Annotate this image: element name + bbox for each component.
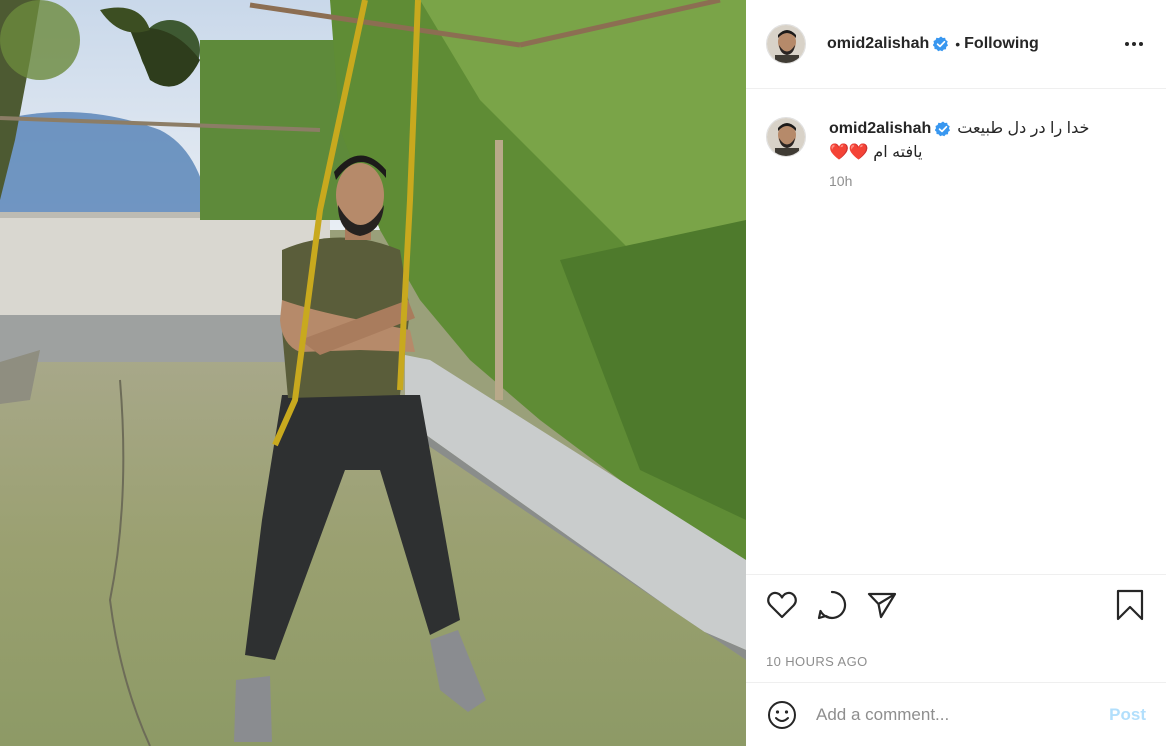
caption-text-line-1: خدا را در دل طبیعت — [957, 120, 1090, 137]
verified-badge-icon — [935, 121, 951, 137]
share-icon — [867, 592, 897, 618]
caption-time[interactable]: 10h — [829, 173, 1146, 189]
action-bar — [746, 574, 1166, 634]
bookmark-icon — [1116, 589, 1144, 620]
verified-badge-icon — [933, 36, 949, 52]
more-options-button[interactable] — [1122, 32, 1146, 56]
comments-area: omid2alishah خدا را در دل طبیعت یافته ام… — [746, 89, 1166, 574]
caption-body: omid2alishah خدا را در دل طبیعت یافته ام… — [829, 117, 1119, 165]
add-comment-bar: Post — [746, 682, 1166, 746]
header-username[interactable]: omid2alishah — [827, 35, 929, 53]
comment-input[interactable] — [816, 704, 1110, 725]
avatar-image — [767, 118, 805, 156]
post-comment-button[interactable]: Post — [1109, 705, 1146, 725]
share-button[interactable] — [866, 589, 898, 621]
caption: omid2alishah خدا را در دل طبیعت یافته ام… — [766, 117, 1146, 165]
caption-line-1: omid2alishah خدا را در دل طبیعت — [829, 117, 1119, 141]
emoji-icon — [768, 700, 796, 729]
heart-icon — [767, 591, 797, 618]
caption-username[interactable]: omid2alishah — [829, 117, 931, 141]
post-photo[interactable] — [0, 0, 746, 746]
emoji-button[interactable] — [766, 699, 798, 731]
save-button[interactable] — [1114, 589, 1146, 621]
post-header: omid2alishah • Following — [746, 0, 1166, 89]
photo-illustration — [0, 0, 746, 746]
caption-text-line-2: یافته ام ❤️❤️ — [829, 144, 923, 161]
comment-button[interactable] — [816, 589, 848, 621]
instagram-post: omid2alishah • Following omid2alishah خد… — [0, 0, 1166, 746]
avatar[interactable] — [766, 24, 806, 64]
following-button[interactable]: Following — [964, 35, 1039, 53]
more-horizontal-icon — [1125, 42, 1143, 46]
like-button[interactable] — [766, 589, 798, 621]
avatar-image — [767, 25, 805, 63]
post-timestamp[interactable]: 10 HOURS AGO — [746, 634, 1166, 682]
separator-dot: • — [955, 36, 961, 52]
comment-icon — [817, 590, 847, 619]
post-side-panel: omid2alishah • Following omid2alishah خد… — [746, 0, 1166, 746]
caption-avatar[interactable] — [766, 117, 806, 157]
